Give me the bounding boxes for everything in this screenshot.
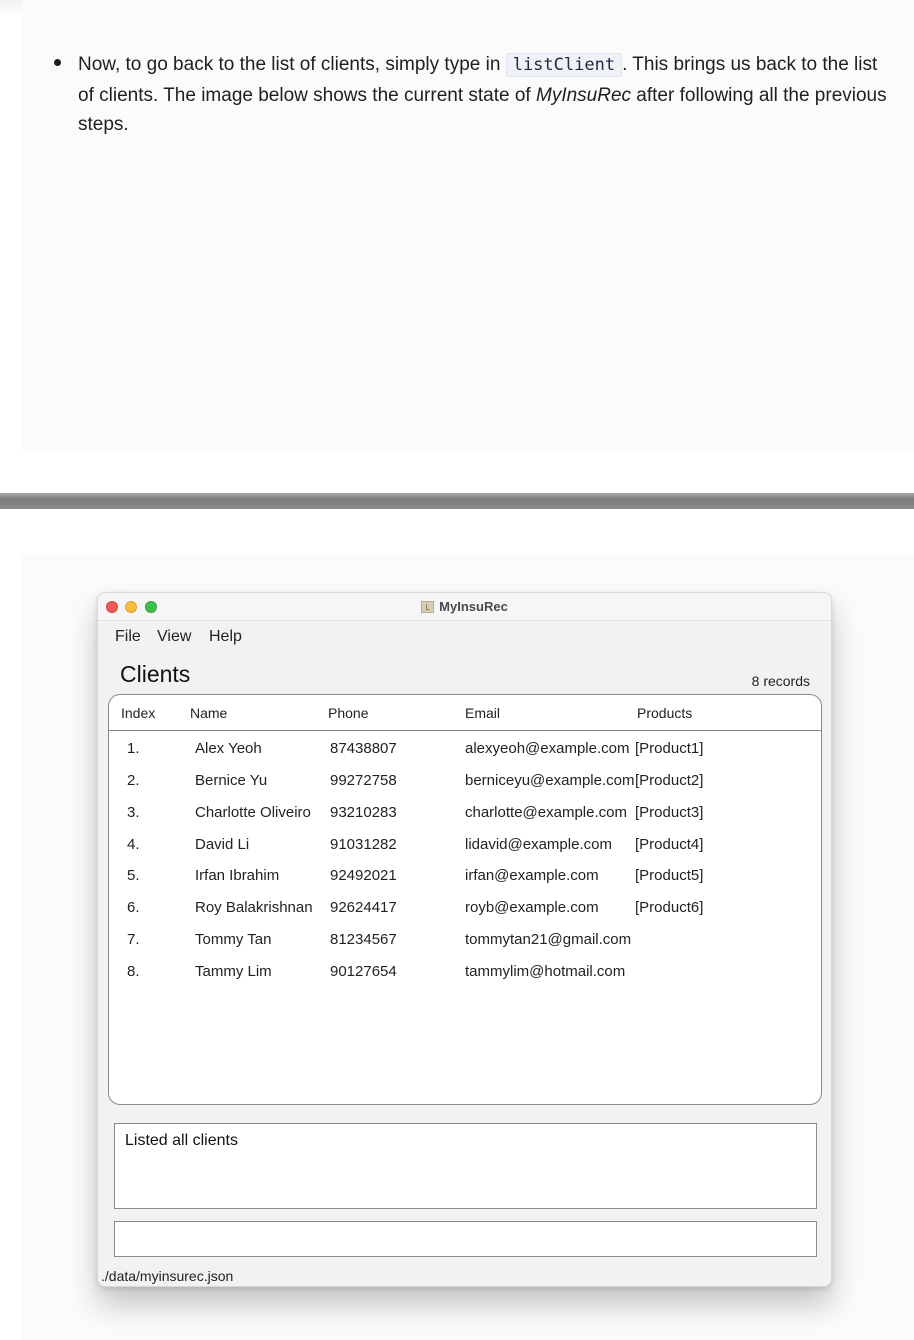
cell-email: tammylim@hotmail.com [465, 963, 626, 980]
window-title: MyInsuRec [98, 599, 831, 614]
record-count: 8 records [751, 673, 810, 689]
cell-phone: 81234567 [330, 931, 397, 948]
command-input[interactable] [115, 1222, 816, 1256]
cell-index: 4. [127, 836, 140, 853]
cell-products: [Product2] [635, 772, 704, 789]
menu-help[interactable]: Help [209, 628, 242, 646]
cell-email: irfan@example.com [465, 867, 599, 884]
table-row[interactable]: 3. Charlotte Oliveiro 93210283 charlotte… [109, 797, 821, 829]
app-window: MyInsuRec File View Help Clients 8 recor… [97, 592, 832, 1287]
cell-products: [Product6] [635, 899, 704, 916]
table-row[interactable]: 6. Roy Balakrishnan 92624417 royb@exampl… [109, 892, 821, 924]
table-row[interactable]: 8. Tammy Lim 90127654 tammylim@hotmail.c… [109, 956, 821, 988]
menu-file[interactable]: File [115, 628, 141, 646]
header-name[interactable]: Name [190, 705, 227, 721]
cell-name: Roy Balakrishnan [195, 899, 313, 916]
cell-email: lidavid@example.com [465, 836, 612, 853]
clients-heading: Clients [120, 661, 191, 687]
cell-products: [Product3] [635, 804, 704, 821]
header-email[interactable]: Email [465, 705, 500, 721]
table-row[interactable]: 4. David Li 91031282 lidavid@example.com… [109, 829, 821, 861]
cell-name: David Li [195, 836, 250, 853]
menu-bar: File View Help [98, 622, 831, 650]
cell-email: alexyeoh@example.com [465, 740, 630, 757]
section-divider [0, 493, 914, 509]
cell-index: 6. [127, 899, 140, 916]
instruction-bullet: Now, to go back to the list of clients, … [54, 50, 894, 140]
window-title-text: MyInsuRec [439, 599, 508, 614]
instruction-text: Now, to go back to the list of clients, … [78, 50, 894, 140]
cell-products: [Product1] [635, 740, 704, 757]
cell-index: 3. [127, 804, 140, 821]
table-row[interactable]: 1. Alex Yeoh 87438807 alexyeoh@example.c… [109, 733, 821, 765]
app-name-emphasis: MyInsuRec [536, 84, 632, 106]
cell-name: Bernice Yu [195, 772, 268, 789]
command-code: listClient [505, 53, 623, 77]
clients-table: Index Name Phone Email Products 1. Alex … [108, 694, 822, 1105]
cell-email: tommytan21@gmail.com [465, 931, 632, 948]
cell-index: 1. [127, 740, 140, 757]
bullet-dot-icon [54, 59, 61, 66]
table-row[interactable]: 5. Irfan Ibrahim 92492021 irfan@example.… [109, 860, 821, 892]
cell-index: 7. [127, 931, 140, 948]
cell-email: charlotte@example.com [465, 804, 627, 821]
table-header: Index Name Phone Email Products [109, 695, 821, 731]
cell-email: royb@example.com [465, 899, 599, 916]
result-display[interactable]: Listed all clients [114, 1123, 817, 1209]
cell-phone: 91031282 [330, 836, 397, 853]
table-row[interactable]: 7. Tommy Tan 81234567 tommytan21@gmail.c… [109, 924, 821, 956]
cell-index: 8. [127, 963, 140, 980]
cell-name: Charlotte Oliveiro [195, 804, 311, 821]
cell-phone: 99272758 [330, 772, 397, 789]
command-box[interactable] [114, 1221, 817, 1257]
status-bar-path: ./data/myinsurec.json [101, 1268, 234, 1284]
menu-view[interactable]: View [157, 628, 191, 646]
header-products[interactable]: Products [637, 705, 692, 721]
cell-phone: 87438807 [330, 740, 397, 757]
cell-phone: 93210283 [330, 804, 397, 821]
app-icon [421, 601, 435, 613]
cell-phone: 90127654 [330, 963, 397, 980]
cell-email: berniceyu@example.com [465, 772, 635, 789]
cell-name: Tammy Lim [195, 963, 272, 980]
cell-name: Tommy Tan [195, 931, 272, 948]
cell-phone: 92492021 [330, 867, 397, 884]
cell-index: 5. [127, 867, 140, 884]
table-row[interactable]: 2. Bernice Yu 99272758 berniceyu@example… [109, 765, 821, 797]
cell-name: Irfan Ibrahim [195, 867, 280, 884]
cell-products: [Product4] [635, 836, 704, 853]
title-bar: MyInsuRec [98, 593, 831, 621]
header-index[interactable]: Index [121, 705, 155, 721]
header-phone[interactable]: Phone [328, 705, 368, 721]
instruction-part1: Now, to go back to the list of clients, … [78, 54, 506, 75]
cell-index: 2. [127, 772, 140, 789]
cell-phone: 92624417 [330, 899, 397, 916]
cell-name: Alex Yeoh [195, 740, 262, 757]
result-text: Listed all clients [125, 1132, 238, 1149]
cell-products: [Product5] [635, 867, 704, 884]
